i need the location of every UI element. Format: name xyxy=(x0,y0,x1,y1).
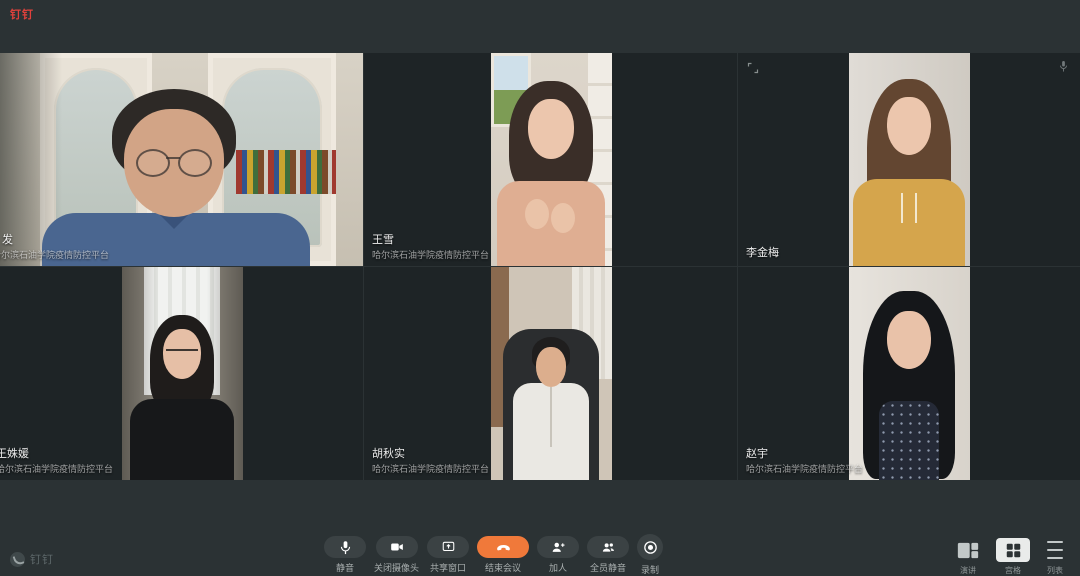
record-button[interactable]: 录制 xyxy=(637,536,663,576)
participant-name: 王雪 xyxy=(372,234,489,248)
video-tile-2[interactable]: 王雪 哈尔滨石油学院疫情防控平台 xyxy=(364,53,737,266)
meeting-toolbar: 静音 关闭摄像头 共享窗口 结束会议 加人 xyxy=(324,536,663,576)
grid-view-icon xyxy=(1006,543,1021,558)
video-tile-6[interactable]: 赵宇 哈尔滨石油学院疫情防控平台 xyxy=(738,267,1080,480)
end-meeting-button[interactable]: 结束会议 xyxy=(477,536,529,576)
participant-label: 王姝媛 哈尔滨石油学院疫情防控平台 xyxy=(0,448,113,475)
video-tile-3[interactable]: 李金梅 xyxy=(738,53,1080,266)
video-tile-1[interactable]: 发 哈尔滨石油学院疫情防控平台 xyxy=(0,53,363,266)
add-person-icon xyxy=(550,540,566,555)
participant-name: 赵宇 xyxy=(746,448,863,462)
grid-view-label: 宫格 xyxy=(1005,565,1021,576)
participant-video xyxy=(122,267,243,480)
camera-icon xyxy=(389,540,405,554)
mute-all-icon xyxy=(600,540,617,555)
mute-all-button[interactable]: 全员静音 xyxy=(587,536,629,576)
participant-org: 哈尔滨石油学院疫情防控平台 xyxy=(0,464,113,475)
participant-name: 王姝媛 xyxy=(0,448,113,462)
participant-name: 胡秋实 xyxy=(372,448,489,462)
camera-button[interactable]: 关闭摄像头 xyxy=(374,536,419,576)
participant-label: 胡秋实 哈尔滨石油学院疫情防控平台 xyxy=(372,448,489,475)
share-screen-label: 共享窗口 xyxy=(430,561,466,574)
participant-video xyxy=(491,53,612,266)
grid-view-button[interactable]: 宫格 xyxy=(996,538,1030,576)
mute-button[interactable]: 静音 xyxy=(324,536,366,576)
list-view-label: 列表 xyxy=(1047,565,1063,576)
record-icon xyxy=(642,539,659,556)
brand-text: 钉钉 xyxy=(30,551,54,567)
add-person-label: 加人 xyxy=(549,561,567,574)
microphone-icon xyxy=(338,540,353,555)
participant-org: 哈尔滨石油学院疫情防控平台 xyxy=(372,464,489,475)
microphone-status-icon xyxy=(1058,60,1069,73)
participant-label: 王雪 哈尔滨石油学院疫情防控平台 xyxy=(372,234,489,261)
participant-org: 哈尔滨石油学院疫情防控平台 xyxy=(372,250,489,261)
participant-label: 李金梅 xyxy=(746,247,779,261)
participant-video xyxy=(491,267,612,480)
video-tile-5[interactable]: 胡秋实 哈尔滨石油学院疫情防控平台 xyxy=(364,267,737,480)
list-view-icon xyxy=(1042,538,1068,562)
end-meeting-label: 结束会议 xyxy=(485,561,521,574)
participant-name: 李金梅 xyxy=(746,247,779,261)
video-grid: 发 哈尔滨石油学院疫情防控平台 王雪 哈尔滨石油学院疫情防控平台 xyxy=(0,53,1080,481)
participant-video xyxy=(849,267,970,480)
participant-label: 发 哈尔滨石油学院疫情防控平台 xyxy=(0,234,109,261)
add-person-button[interactable]: 加人 xyxy=(537,536,579,576)
speaker-view-icon xyxy=(957,542,979,559)
record-label: 录制 xyxy=(641,563,659,576)
video-tile-4[interactable]: 王姝媛 哈尔滨石油学院疫情防控平台 xyxy=(0,267,363,480)
mute-label: 静音 xyxy=(336,561,354,574)
view-switcher: 演讲 宫格 列表 xyxy=(952,538,1068,576)
list-view-button[interactable]: 列表 xyxy=(1042,538,1068,576)
speaker-view-label: 演讲 xyxy=(960,565,976,576)
participant-name: 发 xyxy=(0,234,109,248)
speaker-view-button[interactable]: 演讲 xyxy=(952,538,984,576)
end-call-icon xyxy=(495,539,512,556)
participant-org: 哈尔滨石油学院疫情防控平台 xyxy=(0,250,109,261)
participant-video xyxy=(849,53,970,266)
expand-icon[interactable] xyxy=(747,62,759,74)
share-screen-button[interactable]: 共享窗口 xyxy=(427,536,469,576)
participant-label: 赵宇 哈尔滨石油学院疫情防控平台 xyxy=(746,448,863,475)
mute-all-label: 全员静音 xyxy=(590,561,626,574)
dingtalk-brand: 钉钉 xyxy=(10,551,54,567)
camera-label: 关闭摄像头 xyxy=(374,561,419,574)
dingtalk-logo-icon xyxy=(10,552,25,567)
participant-org: 哈尔滨石油学院疫情防控平台 xyxy=(746,464,863,475)
dingtalk-watermark: 钉钉 xyxy=(10,6,34,22)
share-screen-icon xyxy=(441,540,456,554)
